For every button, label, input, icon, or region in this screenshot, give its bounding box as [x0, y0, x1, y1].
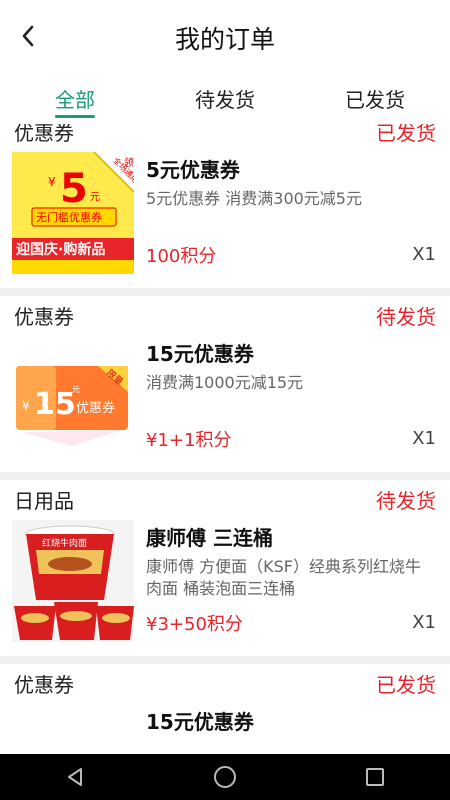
product-name: 5元优惠券 — [146, 158, 240, 182]
order-category: 日用品 — [14, 488, 74, 513]
noodle-thumbnail: 红烧牛肉面 — [12, 520, 134, 642]
coupon-unit: 元 — [72, 385, 80, 394]
coupon-unit: 元 — [90, 192, 100, 203]
product-name: 康师傅 三连桶 — [146, 526, 273, 550]
coupon-amount: 5 — [60, 166, 88, 212]
product-desc: 5元优惠券 消费满300元减5元 — [146, 189, 362, 208]
header: 我的订单 — [0, 0, 450, 72]
coupon-banner: 迎国庆·购新品 — [16, 241, 105, 258]
product-name: 15元优惠券 — [146, 710, 254, 734]
coupon-label: 无门槛优惠券 — [36, 210, 102, 224]
order-list[interactable]: 优惠券 已发货 领 全场通用 ¥ 5 元 无门槛优惠券 迎国庆·购新品 5元优惠… — [0, 124, 450, 754]
order-card[interactable]: 优惠券 已发货 15元优惠券 — [0, 664, 450, 754]
divider — [0, 472, 450, 480]
coupon-thumbnail: 领 全场通用 ¥ 5 元 无门槛优惠券 迎国庆·购新品 — [12, 152, 134, 274]
product-price: ¥1+1积分 — [146, 430, 232, 451]
system-nav-bar — [0, 754, 450, 800]
order-status: 已发货 — [376, 672, 436, 697]
home-circle-icon — [214, 766, 236, 788]
divider — [0, 288, 450, 296]
order-card[interactable]: 优惠券 待发货 限量 ¥ 15 元 优惠券 15元优惠券 消费满1000元减15… — [0, 296, 450, 480]
orders-screen: 我的订单 全部 待发货 已发货 优惠券 已发货 领 全场通用 ¥ 5 元 无门槛… — [0, 0, 450, 800]
divider — [0, 656, 450, 664]
tab-all[interactable]: 全部 — [0, 72, 150, 124]
noodle-label: 红烧牛肉面 — [42, 537, 87, 549]
order-status: 待发货 — [376, 488, 436, 513]
tab-pending-shipment[interactable]: 待发货 — [150, 72, 300, 124]
order-card[interactable]: 优惠券 已发货 领 全场通用 ¥ 5 元 无门槛优惠券 迎国庆·购新品 5元优惠… — [0, 124, 450, 296]
order-category: 优惠券 — [14, 124, 74, 145]
coupon-thumbnail: 限量 ¥ 15 元 优惠券 — [12, 336, 134, 458]
coupon-label: 优惠券 — [76, 400, 115, 416]
product-price: ¥3+50积分 — [146, 614, 243, 635]
recents-square-icon — [366, 768, 384, 786]
order-status: 已发货 — [376, 124, 436, 145]
order-card[interactable]: 日用品 待发货 红烧牛肉面 康师傅 三连桶 康师傅 方便面（KSF）经典系列红烧… — [0, 480, 450, 664]
nav-back-button[interactable] — [55, 757, 95, 797]
page-title: 我的订单 — [174, 25, 275, 54]
order-category: 优惠券 — [14, 672, 74, 697]
coupon-amount: 15 — [34, 387, 76, 422]
product-qty: X1 — [412, 428, 436, 449]
order-category: 优惠券 — [14, 304, 74, 329]
product-desc: 康师傅 方便面（KSF）经典系列红烧牛肉面 桶装泡面三连桶 — [146, 557, 421, 598]
tab-bar: 全部 待发货 已发货 — [0, 72, 450, 124]
product-qty: X1 — [412, 244, 436, 265]
nav-home-button[interactable] — [205, 757, 245, 797]
back-triangle-icon — [68, 768, 82, 786]
product-name: 15元优惠券 — [146, 342, 254, 366]
order-status: 待发货 — [376, 304, 436, 329]
coupon-amount-prefix: ¥ — [48, 175, 56, 189]
nav-recents-button[interactable] — [355, 757, 395, 797]
tab-shipped[interactable]: 已发货 — [300, 72, 450, 124]
product-desc: 消费满1000元减15元 — [146, 373, 304, 392]
product-qty: X1 — [412, 612, 436, 633]
coupon-amount-prefix: ¥ — [22, 399, 30, 413]
product-price: 100积分 — [146, 246, 217, 267]
